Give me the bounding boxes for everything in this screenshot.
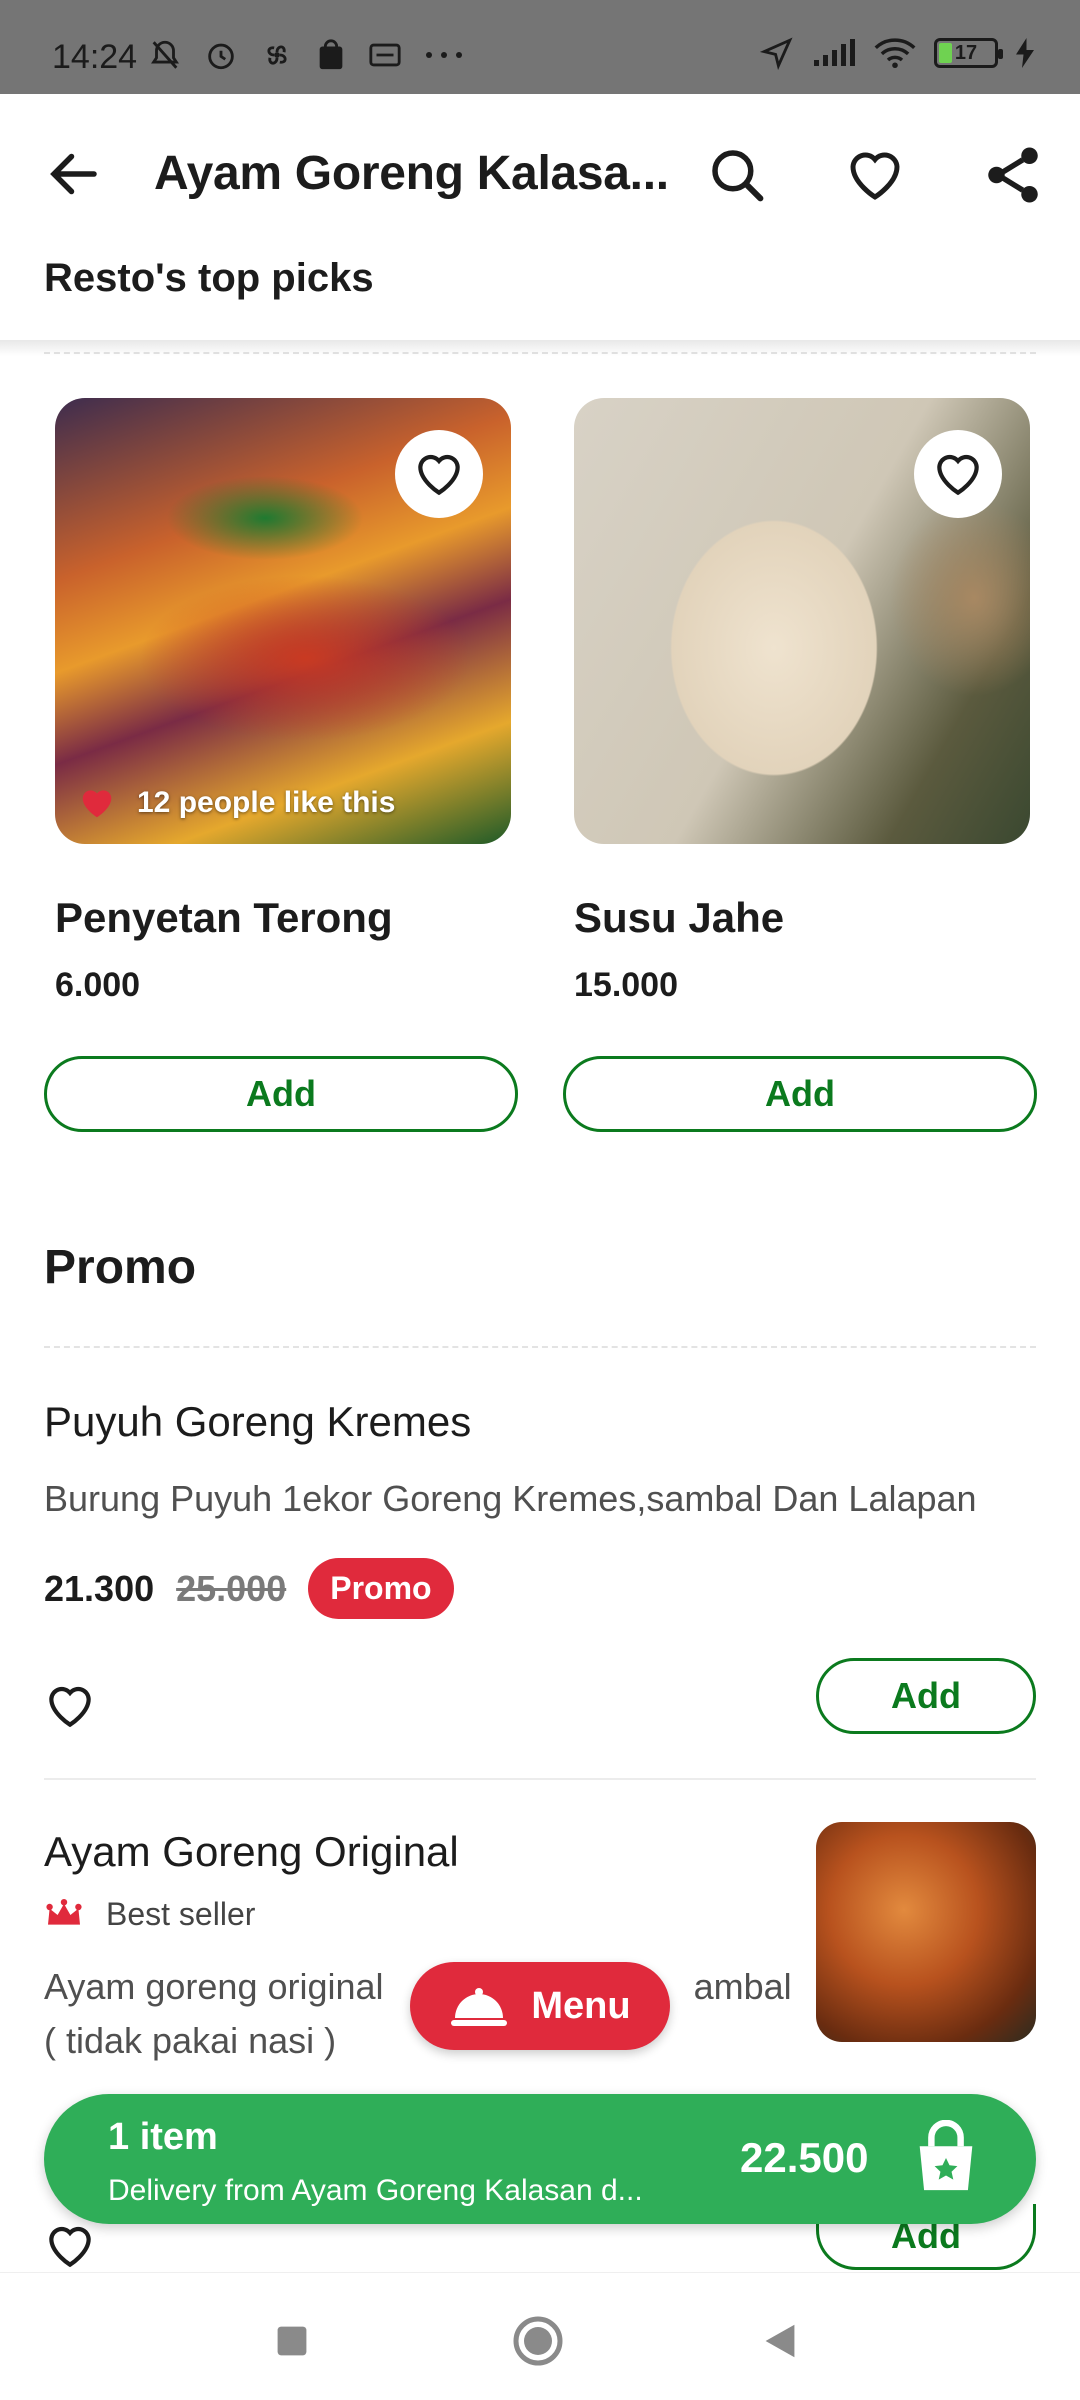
charging-bolt-icon xyxy=(1016,38,1034,68)
status-time: 14:24 xyxy=(52,38,138,76)
back-arrow-icon[interactable] xyxy=(44,144,104,204)
likes-indicator: 12 people like this xyxy=(77,784,395,822)
shopping-bag-icon xyxy=(919,2120,973,2191)
card-icon xyxy=(369,43,401,67)
page-title: Ayam Goreng Kalasa... xyxy=(154,147,669,200)
divider xyxy=(44,1778,1036,1780)
heart-filled-icon xyxy=(82,790,112,818)
battery-icon: 17 xyxy=(934,38,1003,68)
best-seller-label: Best seller xyxy=(106,1896,256,1932)
add-button[interactable]: Add xyxy=(563,1056,1037,1132)
favorite-heart-icon[interactable] xyxy=(842,142,908,208)
add-button[interactable]: Add xyxy=(44,1056,518,1132)
divider xyxy=(44,352,1036,354)
square-icon xyxy=(277,2326,307,2356)
card-favorite-button[interactable] xyxy=(395,430,483,518)
menu-item-name[interactable]: Puyuh Goreng Kremes xyxy=(44,1398,471,1446)
crown-icon xyxy=(46,1898,82,1925)
current-price: 21.300 xyxy=(44,1567,155,1609)
system-back-button[interactable] xyxy=(752,2313,808,2369)
cart-summary-bar[interactable]: 1 item Delivery from Ayam Goreng Kalasan… xyxy=(44,2094,1036,2224)
alarm-icon xyxy=(208,43,234,70)
promo-section-title: Promo xyxy=(44,1241,197,1294)
cart-total: 22.500 xyxy=(740,2134,869,2181)
home-button[interactable] xyxy=(510,2313,566,2369)
home-circle-icon xyxy=(513,2316,563,2366)
cart-delivery-text: Delivery from Ayam Goreng Kalasan d... xyxy=(108,2174,643,2207)
dish-price: 15.000 xyxy=(574,966,678,1004)
share-icon[interactable] xyxy=(980,142,1046,208)
food-image xyxy=(574,398,1030,844)
triangle-back-icon xyxy=(765,2324,795,2358)
dish-price: 6.000 xyxy=(55,966,141,1004)
wifi-icon xyxy=(874,38,916,69)
menu-item-description: Burung Puyuh 1ekor Goreng Kremes,sambal … xyxy=(44,1478,977,1519)
best-seller-tag: Best seller xyxy=(44,1896,255,1933)
heart-outline-icon xyxy=(418,454,460,496)
search-icon[interactable] xyxy=(704,142,770,208)
likes-text: 12 people like this xyxy=(137,786,396,819)
dish-name: Susu Jahe xyxy=(574,894,785,941)
top-pick-card[interactable]: 12 people like this Penyetan Terong 6.00… xyxy=(44,398,518,1132)
location-arrow-icon xyxy=(760,37,793,70)
shop-icon xyxy=(319,39,343,70)
fan-icon xyxy=(267,45,287,65)
menu-button[interactable]: Menu xyxy=(410,1962,670,2050)
promo-badge: Promo xyxy=(308,1558,454,1619)
more-dots-icon xyxy=(426,52,462,58)
heart-outline-icon[interactable] xyxy=(40,2218,100,2274)
food-image: 12 people like this xyxy=(55,398,511,844)
divider xyxy=(44,1346,1036,1348)
heart-outline-icon[interactable] xyxy=(40,1678,100,1734)
menu-item-name[interactable]: Ayam Goreng Original xyxy=(44,1828,459,1876)
cart-item-count: 1 item xyxy=(108,2116,218,2158)
price-row: 21.300 25.000 Promo xyxy=(44,1558,454,1619)
system-nav-bar xyxy=(0,2272,1080,2400)
signal-icon xyxy=(814,39,855,66)
top-pick-card[interactable]: Susu Jahe 15.000 Add xyxy=(563,398,1037,1132)
restaurant-header: Ayam Goreng Kalasa... xyxy=(0,94,1080,244)
mute-bell-icon xyxy=(151,40,179,69)
card-favorite-button[interactable] xyxy=(914,430,1002,518)
top-picks-heading: Resto's top picks xyxy=(44,256,374,300)
food-thumbnail xyxy=(816,1822,1036,2042)
original-price: 25.000 xyxy=(176,1567,287,1609)
dish-name: Penyetan Terong xyxy=(55,894,393,941)
recent-apps-button[interactable] xyxy=(264,2313,320,2369)
cloche-icon xyxy=(451,1988,508,2026)
status-bar: 14:24 17 xyxy=(0,0,1080,94)
heart-outline-icon xyxy=(937,454,979,496)
add-button[interactable]: Add xyxy=(816,1658,1036,1734)
menu-button-label: Menu xyxy=(531,1984,631,2027)
